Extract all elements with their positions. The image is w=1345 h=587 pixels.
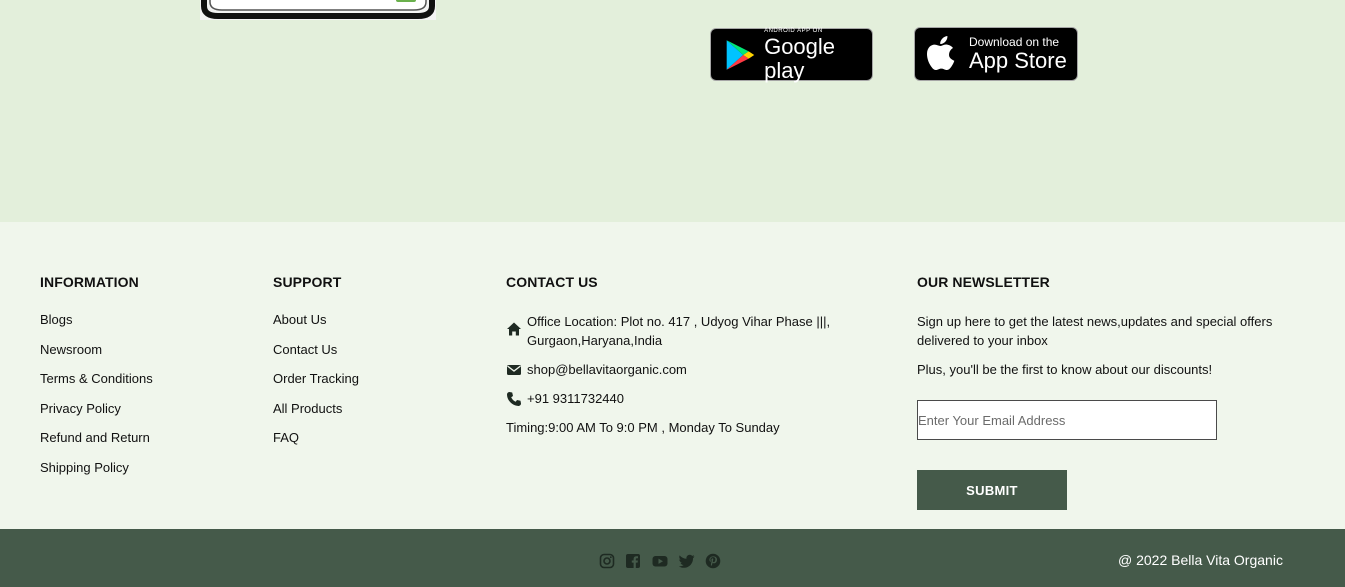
contact-address: Office Location: Plot no. 417 , Udyog Vi… [506,312,846,350]
newsletter-column: OUR NEWSLETTER Sign up here to get the l… [917,274,1277,510]
footer-link-all-products[interactable]: All Products [273,401,359,416]
information-column: INFORMATION Blogs Newsroom Terms & Condi… [40,274,153,489]
newsletter-submit-button[interactable]: SUBMIT [917,470,1067,510]
contact-timing: Timing:9:00 AM To 9:0 PM , Monday To Sun… [506,420,780,435]
instagram-icon[interactable] [599,553,615,569]
footer-link-contact[interactable]: Contact Us [273,342,359,357]
phone-icon [507,392,521,406]
google-play-icon [726,39,755,70]
phone-mockup-image [200,0,436,20]
copyright-text: @ 2022 Bella Vita Organic [1118,552,1283,568]
pinterest-icon[interactable] [705,553,721,569]
facebook-icon[interactable] [625,553,641,569]
social-links [599,553,721,569]
footer-link-newsroom[interactable]: Newsroom [40,342,153,357]
home-icon [507,322,521,336]
support-column: SUPPORT About Us Contact Us Order Tracki… [273,274,359,460]
apple-icon [927,36,955,70]
newsletter-discount-text: Plus, you'll be the first to know about … [917,362,1213,377]
footer-link-refund[interactable]: Refund and Return [40,430,153,445]
contact-email-text[interactable]: shop@bellavitaorganic.com [527,360,687,379]
site-footer: INFORMATION Blogs Newsroom Terms & Condi… [0,222,1345,529]
contact-email[interactable]: shop@bellavitaorganic.com [506,360,846,379]
support-heading: SUPPORT [273,274,342,290]
newsletter-heading: OUR NEWSLETTER [917,274,1050,290]
apple-badge-big-text: App Store [969,48,1067,73]
newsletter-email-input[interactable] [917,400,1217,440]
contact-phone[interactable]: +91 9311732440 [506,389,846,408]
information-heading: INFORMATION [40,274,139,290]
envelope-icon [507,365,521,375]
contact-phone-text[interactable]: +91 9311732440 [527,389,624,408]
app-store-badge[interactable]: Download on the App Store [914,27,1078,81]
contact-heading: CONTACT US [506,274,598,290]
footer-link-order-tracking[interactable]: Order Tracking [273,371,359,386]
newsletter-description: Sign up here to get the latest news,upda… [917,314,1273,348]
footer-link-shipping[interactable]: Shipping Policy [40,460,153,475]
apple-badge-small-text: Download on the [969,35,1060,49]
footer-link-blogs[interactable]: Blogs [40,312,153,327]
footer-link-privacy[interactable]: Privacy Policy [40,401,153,416]
google-badge-big-text: Google play [764,33,836,83]
contact-address-text: Office Location: Plot no. 417 , Udyog Vi… [527,314,831,348]
footer-link-about[interactable]: About Us [273,312,359,327]
contact-column: CONTACT US Office Location: Plot no. 417… [506,274,846,437]
footer-link-faq[interactable]: FAQ [273,430,359,445]
google-play-badge[interactable]: ANDROID APP ON Google play [710,28,873,83]
footer-bottom-bar: @ 2022 Bella Vita Organic [0,529,1345,587]
youtube-icon[interactable] [651,553,669,569]
footer-link-terms[interactable]: Terms & Conditions [40,371,153,386]
app-download-section: ANDROID APP ON Google play Download on t… [0,0,1345,222]
twitter-icon[interactable] [679,553,695,569]
